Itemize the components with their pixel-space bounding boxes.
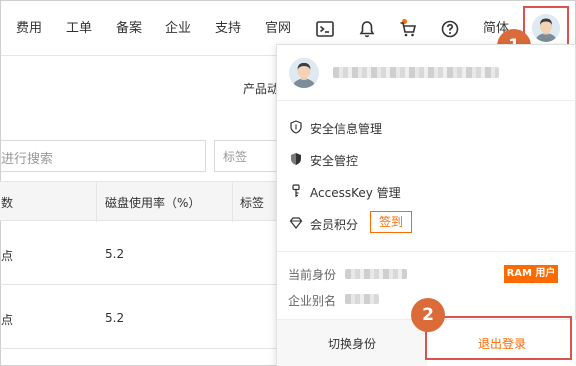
- menu-label: 安全管控: [310, 154, 359, 168]
- table-header: 数 磁盘使用率（%） 标签: [0, 181, 280, 222]
- column-header: 数: [1, 196, 14, 210]
- shield-filled-icon: [289, 152, 303, 166]
- terminal-icon[interactable]: [315, 19, 335, 39]
- menu-label: AccessKey 管理: [310, 186, 401, 200]
- search-input[interactable]: 进行搜索: [0, 140, 206, 172]
- menu-label: 会员积分: [310, 218, 359, 232]
- search-placeholder: 进行搜索: [1, 152, 54, 167]
- product-label: 产品动: [243, 82, 280, 96]
- help-icon[interactable]: [440, 19, 460, 39]
- logout-highlight: [425, 316, 572, 360]
- blurred-identity: [345, 269, 407, 279]
- nav-item-icp[interactable]: 备案: [116, 1, 142, 56]
- current-identity-label: 当前身份: [288, 268, 337, 282]
- bell-icon[interactable]: [357, 19, 377, 39]
- switch-identity-button[interactable]: 切换身份: [277, 320, 427, 366]
- tag-placeholder: 标签: [223, 150, 248, 164]
- table-cell: 点: [1, 313, 14, 327]
- step-marker-2: 2: [411, 298, 445, 332]
- column-divider: [96, 182, 97, 222]
- ram-user-badge: RAM 用户: [504, 265, 558, 283]
- table-row[interactable]: 点 5.2: [0, 221, 280, 285]
- menu-item-security-info[interactable]: 安全信息管理: [277, 112, 576, 144]
- enterprise-alias-label: 企业别名: [288, 294, 337, 308]
- account-header: [277, 45, 576, 101]
- divider: [277, 251, 576, 252]
- avatar: [289, 58, 319, 88]
- key-icon: [289, 184, 303, 198]
- avatar: [532, 14, 560, 42]
- nav-item-support[interactable]: 支持: [215, 1, 241, 56]
- nav-item-enterprise[interactable]: 企业: [165, 1, 191, 56]
- menu-label: 安全信息管理: [310, 122, 383, 136]
- instance-table: 数 磁盘使用率（%） 标签 点 5.2 点 5.2: [0, 181, 280, 366]
- cart-icon[interactable]: [398, 19, 418, 39]
- shield-icon: [289, 120, 303, 134]
- column-header-tags: 标签: [240, 196, 265, 210]
- menu-item-security-control[interactable]: 安全管控: [277, 144, 576, 176]
- diamond-icon: [289, 216, 303, 230]
- table-row[interactable]: 点 5.2: [0, 285, 280, 349]
- nav-item-tickets[interactable]: 工单: [66, 1, 92, 56]
- disk-usage-value: 5.2: [105, 311, 125, 325]
- table-cell: 点: [1, 249, 14, 263]
- menu-item-accesskey[interactable]: AccessKey 管理: [277, 176, 576, 208]
- blurred-account-name: [333, 67, 499, 78]
- column-header-disk: 磁盘使用率（%）: [105, 196, 201, 210]
- nav-item-billing[interactable]: 费用: [16, 1, 42, 56]
- menu-item-member-points[interactable]: 会员积分: [277, 208, 576, 240]
- tag-filter[interactable]: 标签: [214, 140, 284, 172]
- blurred-alias: [345, 294, 379, 304]
- column-divider: [232, 182, 233, 222]
- disk-usage-value: 5.2: [105, 247, 125, 261]
- signin-button[interactable]: 签到: [370, 211, 412, 233]
